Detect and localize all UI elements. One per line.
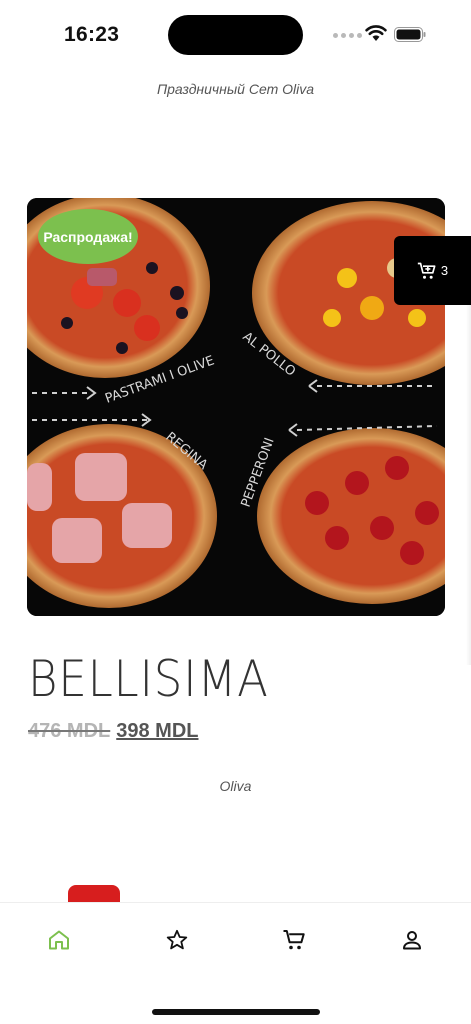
signal-icon — [333, 33, 362, 38]
price-row: 476 MDL 398 MDL — [28, 720, 199, 743]
dynamic-island — [168, 15, 303, 55]
nav-cart[interactable] — [279, 925, 309, 955]
set-title: Праздничный Сет Oliva — [156, 81, 315, 97]
status-time: 16:23 — [64, 23, 120, 46]
nav-profile[interactable] — [397, 925, 427, 955]
product-name: BELLISIMA — [28, 650, 269, 708]
home-icon — [49, 930, 69, 950]
side-drawer-edge — [466, 305, 471, 665]
wifi-icon — [365, 25, 387, 41]
new-price: 398 MDL — [116, 720, 199, 742]
person-icon — [403, 931, 421, 950]
brand-label: Oliva — [219, 778, 252, 794]
battery-icon — [394, 27, 426, 42]
nav-favorites[interactable] — [162, 925, 192, 955]
home-indicator[interactable] — [152, 1009, 320, 1015]
old-price: 476 MDL — [28, 720, 111, 742]
sale-badge: Распродажа! — [38, 209, 138, 264]
floating-cart-button[interactable]: 3 — [394, 236, 471, 305]
status-bar: 16:23 — [0, 0, 471, 70]
nav-home[interactable] — [44, 925, 74, 955]
bottom-nav — [0, 902, 471, 1024]
cart-count: 3 — [440, 263, 449, 278]
cart-add-icon — [417, 262, 436, 279]
cart-icon — [283, 930, 305, 950]
star-icon — [166, 929, 188, 950]
